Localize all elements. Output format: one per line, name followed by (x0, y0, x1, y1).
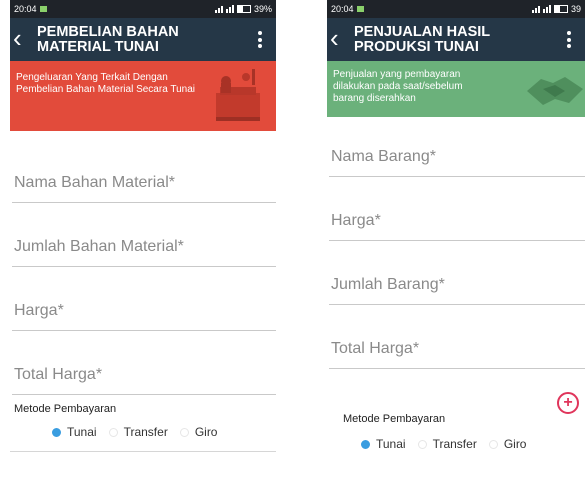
battery-percent: 39% (253, 4, 272, 14)
notification-icon (356, 6, 364, 12)
field-placeholder: Total Harga* (14, 366, 103, 383)
radio-transfer[interactable]: Transfer (108, 425, 168, 439)
field-placeholder: Nama Barang* (331, 148, 436, 165)
battery-icon (553, 5, 568, 13)
overflow-menu-icon[interactable] (561, 31, 577, 48)
add-circle-icon[interactable]: + (557, 392, 579, 414)
status-time: 20:04 (14, 4, 37, 14)
status-bar: 20:04 39% (10, 0, 276, 18)
radio-giro[interactable]: Giro (179, 425, 218, 439)
banner-text: Pengeluaran Yang Terkait Dengan Pembelia… (16, 72, 195, 95)
payment-method-label: Metode Pembayaran (343, 413, 446, 425)
field-placeholder: Nama Bahan Material* (14, 174, 175, 191)
network-icon (542, 5, 551, 13)
radio-unselected-icon (488, 439, 498, 449)
battery-percent: 39 (570, 4, 581, 14)
title-line-1: PENJUALAN HASIL (354, 23, 491, 40)
radio-selected-icon (361, 439, 370, 449)
notification-icon (39, 6, 47, 12)
jumlah-barang-input[interactable]: Jumlah Barang* (329, 241, 585, 305)
screen-pembelian-bahan-material-tunai: 20:04 39% ‹ PEMBELIAN BAHAN MATERIAL TUN… (10, 0, 276, 472)
field-placeholder: Jumlah Bahan Material* (14, 238, 184, 255)
radio-label: Giro (503, 437, 527, 451)
app-bar: ‹ PENJUALAN HASIL PRODUKSI TUNAI (327, 18, 585, 61)
radio-tunai[interactable]: Tunai (361, 437, 406, 451)
payment-method-label: Metode Pembayaran (14, 403, 117, 415)
radio-giro[interactable]: Giro (488, 437, 527, 451)
radio-label: Giro (194, 425, 218, 439)
app-bar: ‹ PEMBELIAN BAHAN MATERIAL TUNAI (10, 18, 276, 61)
overflow-menu-icon[interactable] (252, 31, 268, 48)
radio-label: Tunai (376, 437, 406, 451)
description-banner: Pengeluaran Yang Terkait Dengan Pembelia… (10, 61, 276, 131)
radio-unselected-icon (108, 427, 118, 437)
field-placeholder: Harga* (14, 302, 64, 319)
harga-input[interactable]: Harga* (12, 267, 276, 331)
radio-unselected-icon (179, 427, 189, 437)
nama-bahan-material-input[interactable]: Nama Bahan Material* (12, 131, 276, 203)
battery-icon (236, 5, 251, 13)
field-placeholder: Total Harga* (331, 340, 420, 357)
title-line-2: PRODUKSI TUNAI (354, 38, 479, 55)
title-line-1: PEMBELIAN BAHAN (37, 23, 179, 40)
radio-tunai[interactable]: Tunai (52, 425, 97, 439)
payment-method-group: Tunai Transfer Giro (10, 425, 276, 439)
back-arrow-icon[interactable]: ‹ (327, 25, 350, 51)
page-title: PENJUALAN HASIL PRODUKSI TUNAI (350, 23, 561, 55)
divider (10, 451, 276, 452)
network-icon (225, 5, 234, 13)
field-placeholder: Harga* (331, 212, 381, 229)
radio-transfer[interactable]: Transfer (417, 437, 477, 451)
harga-input[interactable]: Harga* (329, 177, 585, 241)
payment-method-group: Tunai Transfer Giro (327, 437, 585, 451)
radio-label: Transfer (432, 437, 477, 451)
handshake-icon (527, 77, 583, 105)
title-line-2: MATERIAL TUNAI (37, 38, 159, 55)
screen-penjualan-hasil-produksi-tunai: 20:04 39 ‹ PENJUALAN HASIL PRODUKSI TUNA… (327, 0, 585, 482)
total-harga-input[interactable]: Total Harga* (12, 331, 276, 395)
status-bar: 20:04 39 (327, 0, 585, 18)
radio-label: Transfer (123, 425, 168, 439)
jumlah-bahan-material-input[interactable]: Jumlah Bahan Material* (12, 203, 276, 267)
back-arrow-icon[interactable]: ‹ (10, 25, 33, 51)
field-placeholder: Jumlah Barang* (331, 276, 445, 293)
page-title: PEMBELIAN BAHAN MATERIAL TUNAI (33, 23, 252, 55)
signal-icon (531, 5, 540, 13)
status-time: 20:04 (331, 4, 354, 14)
nama-barang-input[interactable]: Nama Barang* (329, 117, 585, 177)
description-banner: Penjualan yang pembayaran dilakukan pada… (327, 61, 585, 117)
money-out-icon (216, 69, 260, 121)
banner-text: Penjualan yang pembayaran dilakukan pada… (333, 69, 463, 104)
radio-selected-icon (52, 427, 61, 437)
signal-icon (214, 5, 223, 13)
radio-unselected-icon (417, 439, 427, 449)
radio-label: Tunai (67, 425, 97, 439)
total-harga-input[interactable]: Total Harga* (329, 305, 585, 369)
